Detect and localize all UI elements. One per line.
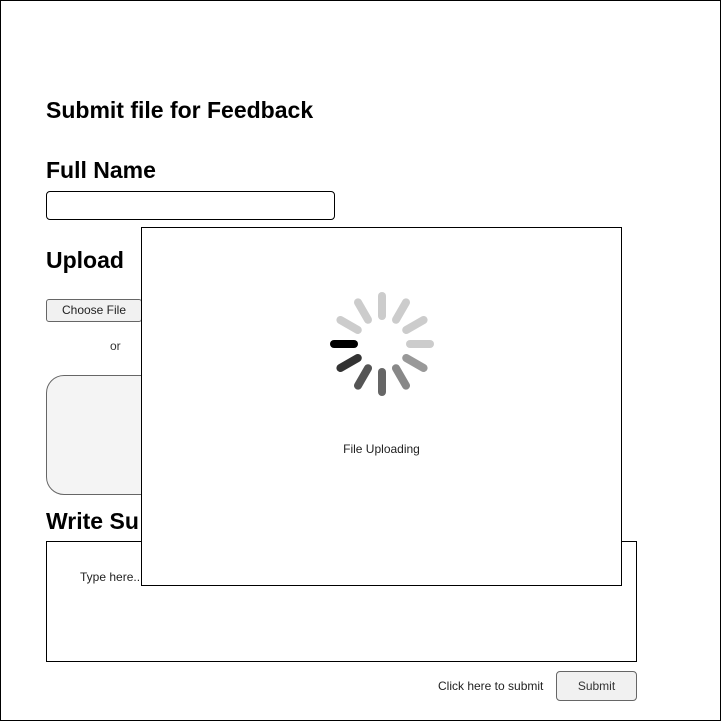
full-name-input[interactable] [46,191,335,220]
full-name-label: Full Name [46,157,156,183]
loading-spinner-icon [330,292,434,396]
submit-hint: Click here to submit [438,679,544,693]
upload-label: Upload [46,247,124,273]
submit-button[interactable]: Submit [556,671,637,701]
page-title: Submit file for Feedback [46,97,314,123]
summary-label: Write Su [46,508,139,534]
summary-placeholder: Type here... [80,570,144,584]
choose-file-button[interactable]: Choose File [46,299,142,322]
upload-progress-modal: File Uploading [141,227,622,586]
upload-status-caption: File Uploading [343,442,420,456]
page-frame: Submit file for Feedback Full Name Uploa… [0,0,721,721]
or-separator: or [110,339,121,353]
